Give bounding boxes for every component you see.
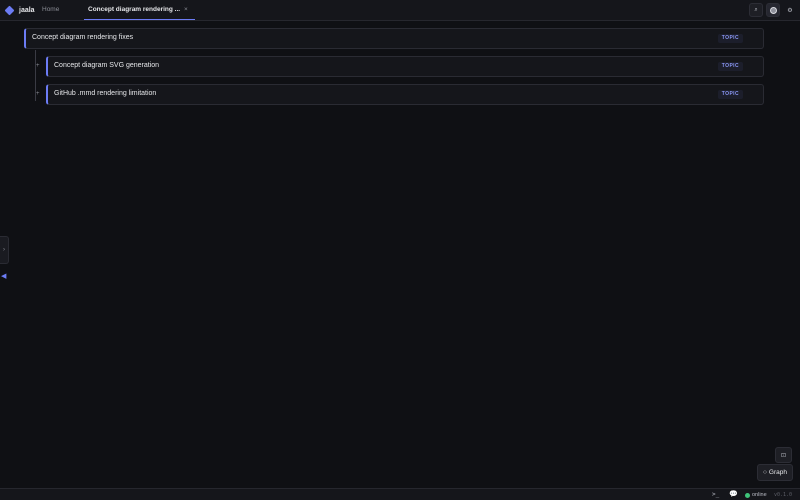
graph-icon: ○ bbox=[762, 469, 767, 476]
record-icon bbox=[769, 6, 777, 14]
status-bar: >_ 💬 online v0.1.0 bbox=[0, 488, 800, 500]
search-icon: ⌕ bbox=[754, 6, 758, 13]
topic-title: Concept diagram rendering fixes bbox=[32, 34, 134, 41]
chevron-right-icon: › bbox=[3, 247, 5, 253]
graph-label: Graph bbox=[768, 469, 787, 476]
brand[interactable]: jaala bbox=[4, 5, 35, 16]
topic-title: Concept diagram SVG generation bbox=[54, 62, 160, 69]
terminal-icon[interactable]: >_ bbox=[712, 491, 719, 498]
online-status-icon bbox=[745, 493, 750, 498]
collapse-arrow-icon[interactable]: ◀ bbox=[1, 272, 6, 280]
settings-button[interactable]: ⚙ bbox=[783, 3, 797, 17]
topic-card-svg-generation[interactable]: Concept diagram SVG generation TOPIC bbox=[46, 56, 764, 77]
topic-badge: TOPIC bbox=[717, 34, 743, 43]
top-bar: jaala Home Concept diagram rendering ...… bbox=[0, 0, 800, 21]
gear-icon: ⚙ bbox=[787, 7, 793, 14]
tab-home[interactable]: Home bbox=[42, 6, 59, 13]
topic-card-root[interactable]: Concept diagram rendering fixes TOPIC bbox=[24, 28, 764, 49]
topic-title: GitHub .mmd rendering limitation bbox=[54, 90, 157, 97]
logo-diamond-icon bbox=[4, 5, 15, 16]
connection-status: online bbox=[752, 491, 767, 498]
graph-button[interactable]: ○ Graph bbox=[757, 464, 793, 481]
topic-badge: TOPIC bbox=[717, 62, 743, 71]
fit-view-button[interactable]: ⊡ bbox=[775, 447, 792, 463]
expand-icon[interactable]: + bbox=[36, 63, 40, 69]
frame-icon: ⊡ bbox=[780, 452, 787, 459]
app-name: jaala bbox=[19, 7, 35, 14]
version-label: v0.1.0 bbox=[774, 491, 793, 498]
chat-icon[interactable]: 💬 bbox=[729, 490, 738, 498]
expand-icon[interactable]: + bbox=[36, 91, 40, 97]
tab-close-icon[interactable]: × bbox=[184, 6, 188, 13]
search-button[interactable]: ⌕ bbox=[749, 3, 763, 17]
sidebar-expand-handle[interactable]: › bbox=[0, 236, 9, 264]
status-toggle-button[interactable] bbox=[766, 3, 780, 17]
tab-label: Concept diagram rendering ... bbox=[88, 6, 181, 13]
topic-badge: TOPIC bbox=[717, 90, 743, 99]
topic-card-mmd-limitation[interactable]: GitHub .mmd rendering limitation TOPIC bbox=[46, 84, 764, 105]
tab-concept-diagram[interactable]: Concept diagram rendering ... × bbox=[84, 1, 195, 20]
